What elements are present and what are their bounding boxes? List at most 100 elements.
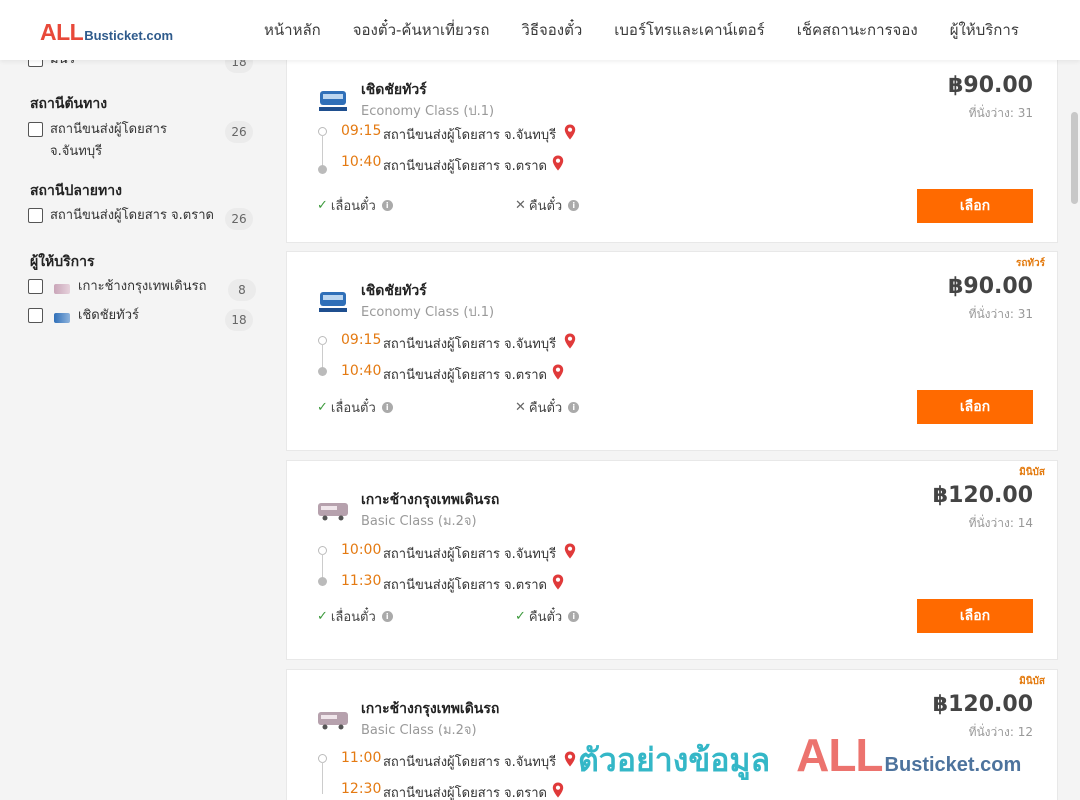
filter-sidebar: มินิวี 18 สถานีต้นทาง สถานีขนส่งผู้โดยสา… [0, 51, 270, 800]
filter-count-badge: 26 [225, 121, 253, 143]
operator-name: เกาะช้างกรุงเทพเดินรถ [361, 701, 500, 717]
map-pin-icon[interactable] [564, 751, 576, 767]
map-pin-icon[interactable] [552, 782, 564, 798]
arrive-station: สถานีขนส่งผู้โดยสาร จ.ตราด [383, 786, 547, 800]
filter-title-origin: สถานีต้นทาง [30, 96, 108, 112]
arrive-time: 10:40 [341, 154, 382, 170]
nav-check-booking[interactable]: เช็คสถานะการจอง [781, 18, 934, 42]
cross-icon: ✕ [515, 198, 526, 213]
trip-card: เชิดชัยทัวร์ Economy Class (ป.1) ฿90.00 … [286, 58, 1058, 243]
refund-feature: ✓ คืนตั๋ว i [515, 606, 580, 627]
logo-all-text: ALL [40, 19, 84, 45]
select-trip-button[interactable]: เลือก [917, 189, 1033, 223]
select-trip-button[interactable]: เลือก [917, 390, 1033, 424]
info-icon[interactable]: i [381, 200, 393, 211]
trip-price: ฿120.00 [932, 483, 1033, 508]
site-header: ALL Busticket.com หน้าหลัก จองตั๋ว-ค้นหา… [0, 0, 1080, 60]
check-icon: ✓ [515, 609, 526, 624]
filter-count-badge: 26 [225, 208, 253, 230]
watermark-logo-all: ALL [796, 729, 883, 781]
cherdchai-logo-icon [319, 292, 347, 312]
bus-class: Economy Class (ป.1) [361, 305, 495, 320]
watermark-text: ตัวอย่างข้อมูล [578, 741, 771, 779]
depart-station: สถานีขนส่งผู้โดยสาร จ.จันทบุรี [383, 755, 557, 770]
refund-label: คืนตั๋ว [528, 610, 563, 625]
info-icon[interactable]: i [381, 402, 393, 413]
info-icon[interactable]: i [381, 611, 393, 622]
postpone-label: เลื่อนตั๋ว [330, 610, 376, 625]
check-icon: ✓ [317, 400, 328, 415]
map-pin-icon[interactable] [552, 155, 564, 171]
sample-data-watermark: ตัวอย่างข้อมูล ALL Busticket.com [578, 728, 1021, 786]
cross-icon: ✕ [515, 400, 526, 415]
kohchang-bus-logo-icon [318, 503, 348, 521]
cherdchai-logo-icon [319, 91, 347, 111]
depart-time: 11:00 [341, 750, 382, 766]
filter-title-provider: ผู้ให้บริการ [30, 254, 95, 270]
filter-title-destination: สถานีปลายทาง [30, 183, 122, 199]
bus-logo-icon [54, 313, 70, 323]
filter-checkbox-origin[interactable] [28, 122, 43, 137]
filter-label-provider-kohchang: เกาะช้างกรุงเทพเดินรถ [78, 279, 207, 294]
trip-price: ฿120.00 [932, 692, 1033, 717]
depart-time: 10:00 [341, 542, 382, 558]
map-pin-icon[interactable] [564, 543, 576, 559]
arrive-time: 10:40 [341, 363, 382, 379]
timeline-line [322, 135, 323, 167]
scrollbar-thumb[interactable] [1071, 112, 1078, 204]
refund-feature: ✕ คืนตั๋ว i [515, 195, 580, 216]
refund-label: คืนตั๋ว [528, 199, 563, 214]
filter-label-origin-line2: จ.จันทบุรี [50, 144, 103, 159]
site-logo[interactable]: ALL Busticket.com [40, 19, 173, 46]
filter-checkbox-provider-kohchang[interactable] [28, 279, 43, 294]
depart-station: สถานีขนส่งผู้โดยสาร จ.จันทบุรี [383, 337, 557, 352]
filter-checkbox-destination[interactable] [28, 208, 43, 223]
nav-home[interactable]: หน้าหลัก [248, 18, 337, 42]
refund-label: คืนตั๋ว [528, 401, 563, 416]
seats-available: ที่นั่งว่าง: 14 [968, 516, 1033, 530]
main-nav: หน้าหลัก จองตั๋ว-ค้นหาเที่ยวรถ วิธีจองตั… [248, 0, 1035, 60]
info-icon[interactable]: i [568, 611, 580, 622]
trip-card: มินิบัส เกาะช้างกรุงเทพเดินรถ Basic Clas… [286, 460, 1058, 660]
bus-class: Basic Class (ม.2จ) [361, 723, 477, 738]
arrive-time: 12:30 [341, 781, 382, 797]
filter-label-origin-line1: สถานีขนส่งผู้โดยสาร [50, 122, 167, 137]
check-icon: ✓ [317, 609, 328, 624]
filter-label-destination: สถานีขนส่งผู้โดยสาร จ.ตราด [50, 208, 214, 223]
filter-checkbox-provider-cherdchai[interactable] [28, 308, 43, 323]
timeline-end-dot [318, 165, 327, 174]
map-pin-icon[interactable] [564, 333, 576, 349]
nav-contacts-counters[interactable]: เบอร์โทรและเคาน์เตอร์ [598, 18, 780, 42]
trip-price: ฿90.00 [948, 274, 1033, 299]
info-icon[interactable]: i [568, 402, 580, 413]
depart-station: สถานีขนส่งผู้โดยสาร จ.จันทบุรี [383, 547, 557, 562]
bus-type-tag: รถทัวร์ [1015, 258, 1045, 269]
map-pin-icon[interactable] [552, 364, 564, 380]
nav-how-to-book[interactable]: วิธีจองตั๋ว [505, 18, 598, 42]
map-pin-icon[interactable] [552, 574, 564, 590]
arrive-station: สถานีขนส่งผู้โดยสาร จ.ตราด [383, 368, 547, 383]
trip-price: ฿90.00 [948, 73, 1033, 98]
nav-providers[interactable]: ผู้ให้บริการ [934, 18, 1035, 42]
map-pin-icon[interactable] [564, 124, 576, 140]
bus-class: Basic Class (ม.2จ) [361, 514, 477, 529]
refund-feature: ✕ คืนตั๋ว i [515, 397, 580, 418]
filter-count-badge: 18 [225, 309, 253, 331]
postpone-feature: ✓ เลื่อนตั๋ว i [317, 606, 393, 627]
filter-label-provider-cherdchai: เชิดชัยทัวร์ [78, 308, 140, 323]
info-icon[interactable]: i [568, 200, 580, 211]
postpone-feature: ✓ เลื่อนตั๋ว i [317, 195, 393, 216]
operator-name: เชิดชัยทัวร์ [361, 82, 427, 98]
nav-book-search[interactable]: จองตั๋ว-ค้นหาเที่ยวรถ [337, 18, 506, 42]
arrive-station: สถานีขนส่งผู้โดยสาร จ.ตราด [383, 578, 547, 593]
depart-time: 09:15 [341, 123, 382, 139]
timeline-end-dot [318, 367, 327, 376]
kohchang-bus-logo-icon [318, 712, 348, 730]
select-trip-button[interactable]: เลือก [917, 599, 1033, 633]
timeline-line [322, 762, 323, 794]
seats-available: ที่นั่งว่าง: 31 [968, 307, 1033, 321]
logo-brand-text: Busticket.com [84, 28, 174, 43]
filter-count-badge: 8 [228, 279, 256, 301]
operator-name: เกาะช้างกรุงเทพเดินรถ [361, 492, 500, 508]
postpone-feature: ✓ เลื่อนตั๋ว i [317, 397, 393, 418]
